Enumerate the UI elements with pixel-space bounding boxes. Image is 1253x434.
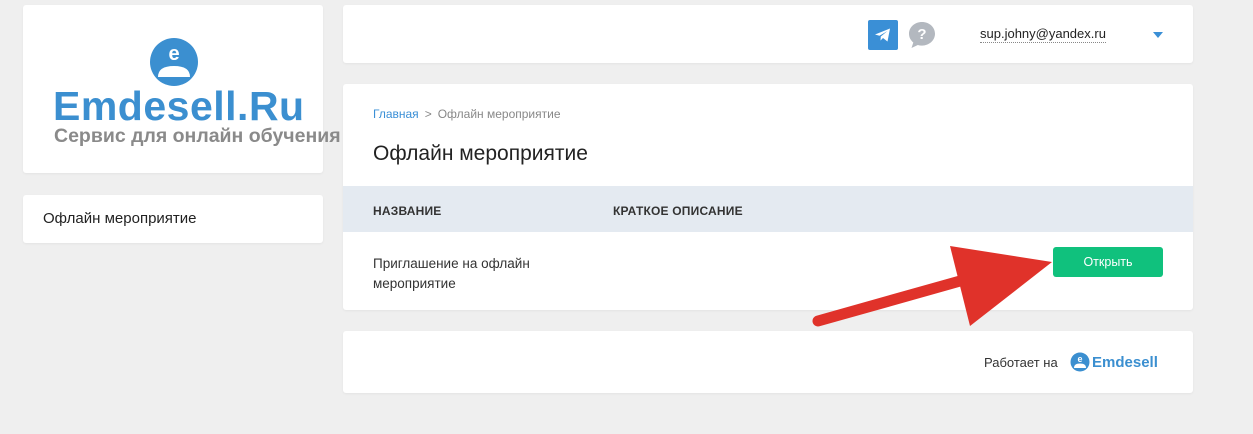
row-name: Приглашение на офлайн мероприятие (373, 256, 530, 291)
column-header-description: КРАТКОЕ ОПИСАНИЕ (613, 204, 743, 218)
logo-title: Emdesell.Ru (53, 83, 305, 129)
telegram-icon (875, 28, 890, 42)
logo-avatar-letter: e (168, 43, 179, 65)
user-email-dropdown[interactable]: sup.johny@yandex.ru (980, 26, 1106, 43)
sidebar-item-offline-event[interactable]: Офлайн мероприятие (23, 195, 323, 243)
sidebar-item-label: Офлайн мероприятие (43, 210, 197, 227)
help-symbol: ? (917, 26, 926, 43)
footer: Работает на e Emdesell (343, 331, 1193, 393)
telegram-button[interactable] (868, 20, 898, 50)
caret-down-icon[interactable] (1153, 32, 1163, 38)
brand-avatar-icon: e (1070, 352, 1090, 372)
logo-subtitle: Сервис для онлайн обучения (54, 125, 341, 147)
breadcrumb-current: Офлайн мероприятие (437, 107, 561, 121)
help-button[interactable]: ? (906, 19, 938, 51)
logo-avatar-icon: e (150, 38, 198, 86)
page-title: Офлайн мероприятие (373, 142, 588, 165)
open-button[interactable]: Открыть (1053, 247, 1163, 277)
footer-brand-logo[interactable]: e Emdesell (1070, 351, 1158, 373)
top-header: ? sup.johny@yandex.ru (343, 5, 1193, 63)
svg-text:e: e (1077, 354, 1082, 364)
powered-by-text: Работает на (984, 355, 1058, 370)
footer-brand-name: Emdesell (1092, 353, 1158, 371)
main-content: Главная > Офлайн мероприятие Офлайн меропр… (343, 84, 1193, 310)
breadcrumb-separator: > (424, 107, 432, 121)
logo-card[interactable]: e Emdesell.Ru Сервис для онлайн обучения (23, 5, 341, 173)
breadcrumb: Главная > Офлайн мероприятие (373, 107, 561, 121)
breadcrumb-home-link[interactable]: Главная (373, 107, 419, 121)
table-header: НАЗВАНИЕ КРАТКОЕ ОПИСАНИЕ (343, 186, 1193, 232)
column-header-name: НАЗВАНИЕ (373, 204, 442, 218)
table-row: Приглашение на офлайн мероприятие Открыт… (343, 232, 1193, 310)
question-chat-icon: ? (909, 22, 935, 48)
